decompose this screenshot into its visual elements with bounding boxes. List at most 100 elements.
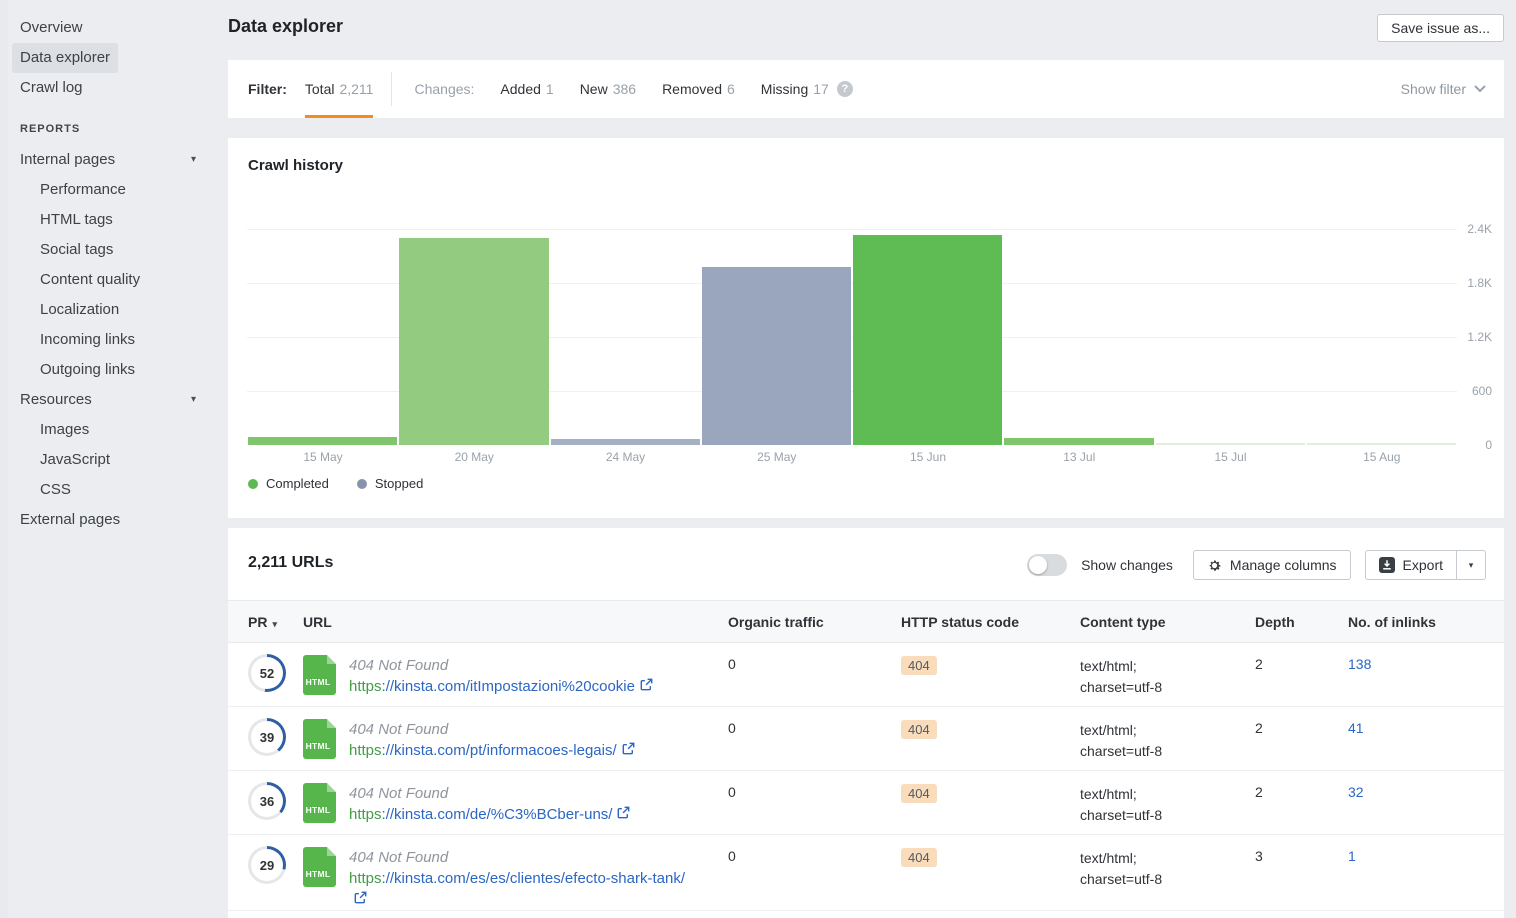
column-header-organic-traffic[interactable]: Organic traffic — [728, 614, 901, 630]
url-link[interactable]: https://kinsta.com/es/es/clientes/efecto… — [349, 868, 701, 910]
legend-item-completed[interactable]: Completed — [248, 476, 329, 491]
crawl-bar-25-may[interactable] — [702, 267, 851, 445]
url-path: ://kinsta.com/itImpostazioni%20cookie — [382, 678, 635, 695]
depth-cell: 2 — [1255, 707, 1348, 736]
sidebar-item-data-explorer[interactable]: Data explorer — [12, 43, 118, 73]
url-scheme: https — [349, 806, 382, 823]
organic-traffic-cell: 0 — [728, 643, 901, 672]
external-link-icon[interactable] — [354, 891, 367, 904]
save-issue-button[interactable]: Save issue as... — [1377, 14, 1504, 42]
content-type-value: text/html; charset=utf-8 — [1080, 656, 1190, 698]
crawl-bar-15-may[interactable] — [248, 437, 397, 445]
inlinks-link[interactable]: 1 — [1348, 835, 1504, 864]
page-404-title: 404 Not Found — [349, 847, 701, 868]
chart-legend: Completed Stopped — [248, 476, 423, 491]
show-changes-label: Show changes — [1081, 557, 1173, 573]
url-link[interactable]: https://kinsta.com/de/%C3%BCber-uns/ — [349, 804, 630, 825]
html-file-icon: HTML — [303, 783, 336, 823]
sidebar-item-overview[interactable]: Overview — [12, 13, 91, 43]
filter-tab-total[interactable]: Total2,211 — [305, 60, 374, 118]
content-type-cell: text/html; charset=utf-8 — [1080, 643, 1255, 698]
url-link[interactable]: https://kinsta.com/itImpostazioni%20cook… — [349, 676, 653, 697]
gear-icon — [1207, 558, 1222, 573]
sidebar-item-resources[interactable]: Resources▾ — [12, 385, 204, 415]
inlinks-link[interactable]: 32 — [1348, 771, 1504, 800]
html-file-icon: HTML — [303, 655, 336, 695]
column-header-content-type[interactable]: Content type — [1080, 614, 1255, 630]
sidebar-item-performance[interactable]: Performance — [32, 175, 134, 205]
crawl-bar-24-may[interactable] — [551, 439, 700, 445]
crawl-bar-13-jul[interactable] — [1004, 438, 1153, 445]
sidebar-item-html-tags[interactable]: HTML tags — [32, 205, 121, 235]
sidebar-item-javascript[interactable]: JavaScript — [32, 445, 118, 475]
column-header-depth[interactable]: Depth — [1255, 614, 1348, 630]
filter-label: Filter: — [248, 81, 287, 97]
column-header-label: PR — [248, 614, 267, 630]
crawl-bar-15-aug[interactable] — [1307, 443, 1456, 445]
sidebar-group-label: External pages — [20, 506, 120, 534]
chart-x-tick: 13 Jul — [1003, 450, 1155, 464]
http-status-cell: 404 — [901, 707, 1080, 739]
url-cell: HTML404 Not Foundhttps://kinsta.com/pt/i… — [303, 707, 728, 761]
external-link-icon[interactable] — [617, 806, 630, 819]
sidebar-item-external-pages[interactable]: External pages — [12, 505, 204, 535]
filter-tab-missing[interactable]: Missing17? — [761, 60, 853, 118]
caret-down-icon: ▾ — [1469, 560, 1474, 571]
crawl-bar-15-jun[interactable] — [853, 235, 1002, 445]
sidebar-item-outgoing-links[interactable]: Outgoing links — [32, 355, 143, 385]
filter-tab-new[interactable]: New386 — [580, 60, 636, 118]
depth-cell: 2 — [1255, 771, 1348, 800]
caret-down-icon[interactable]: ▾ — [191, 146, 196, 174]
tab-name: New — [580, 81, 608, 97]
sidebar-item-css[interactable]: CSS — [32, 475, 79, 505]
external-link-icon[interactable] — [640, 678, 653, 691]
chart-title: Crawl history — [248, 157, 343, 174]
column-header-pr[interactable]: PR ▾ — [248, 614, 303, 630]
inlinks-link[interactable]: 41 — [1348, 707, 1504, 736]
chart-x-tick: 15 Aug — [1306, 450, 1458, 464]
legend-item-stopped[interactable]: Stopped — [357, 476, 423, 491]
sort-caret-icon[interactable]: ▾ — [272, 619, 277, 629]
show-filter-button[interactable]: Show filter — [1401, 81, 1504, 97]
content-type-cell: text/html; charset=utf-8 — [1080, 835, 1255, 890]
url-link[interactable]: https://kinsta.com/pt/informacoes-legais… — [349, 740, 635, 761]
chart-x-axis: 15 May20 May24 May25 May15 Jun13 Jul15 J… — [247, 450, 1457, 466]
column-header-url[interactable]: URL — [303, 614, 728, 630]
pr-cell: 39 — [248, 707, 303, 756]
sidebar-item-social-tags[interactable]: Social tags — [32, 235, 121, 265]
chart-x-tick: 15 Jun — [852, 450, 1004, 464]
filter-tab-removed[interactable]: Removed6 — [662, 60, 735, 118]
filter-tab-added[interactable]: Added1 — [500, 60, 553, 118]
crawl-bar-20-may[interactable] — [399, 238, 548, 445]
help-icon[interactable]: ? — [837, 81, 853, 97]
export-dropdown-button[interactable]: ▾ — [1456, 550, 1486, 580]
inlinks-link[interactable]: 138 — [1348, 643, 1504, 672]
export-label: Export — [1403, 557, 1443, 573]
manage-columns-button[interactable]: Manage columns — [1193, 550, 1351, 580]
url-scheme: https — [349, 742, 382, 759]
caret-down-icon[interactable]: ▾ — [191, 386, 196, 414]
sidebar-item-localization[interactable]: Localization — [32, 295, 127, 325]
pr-score-ring: 39 — [248, 718, 286, 756]
chart-x-tick: 25 May — [701, 450, 853, 464]
html-file-icon-label: HTML — [303, 869, 333, 879]
sidebar-item-incoming-links[interactable]: Incoming links — [32, 325, 143, 355]
column-header-http-status-code[interactable]: HTTP status code — [901, 614, 1080, 630]
chart-y-tick: 1.2K — [1452, 330, 1492, 344]
sidebar-item-images[interactable]: Images — [32, 415, 97, 445]
tab-name: Removed — [662, 81, 722, 97]
external-link-icon[interactable] — [622, 742, 635, 755]
status-code-badge: 404 — [901, 720, 937, 739]
left-scrollbar[interactable] — [0, 0, 8, 918]
page-header: Data explorer Save issue as... — [228, 0, 1504, 60]
column-header-no-of-inlinks[interactable]: No. of inlinks — [1348, 614, 1504, 630]
crawl-bar-15-jul[interactable] — [1156, 443, 1305, 445]
table-body: 52HTML404 Not Foundhttps://kinsta.com/it… — [228, 643, 1504, 911]
organic-traffic-cell: 0 — [728, 707, 901, 736]
sidebar-item-content-quality[interactable]: Content quality — [32, 265, 148, 295]
export-button[interactable]: Export — [1365, 550, 1457, 580]
sidebar-item-crawl-log[interactable]: Crawl log — [12, 73, 91, 103]
show-changes-toggle[interactable] — [1027, 554, 1067, 576]
sidebar-item-internal-pages[interactable]: Internal pages▾ — [12, 145, 204, 175]
column-header-label: URL — [303, 614, 332, 630]
